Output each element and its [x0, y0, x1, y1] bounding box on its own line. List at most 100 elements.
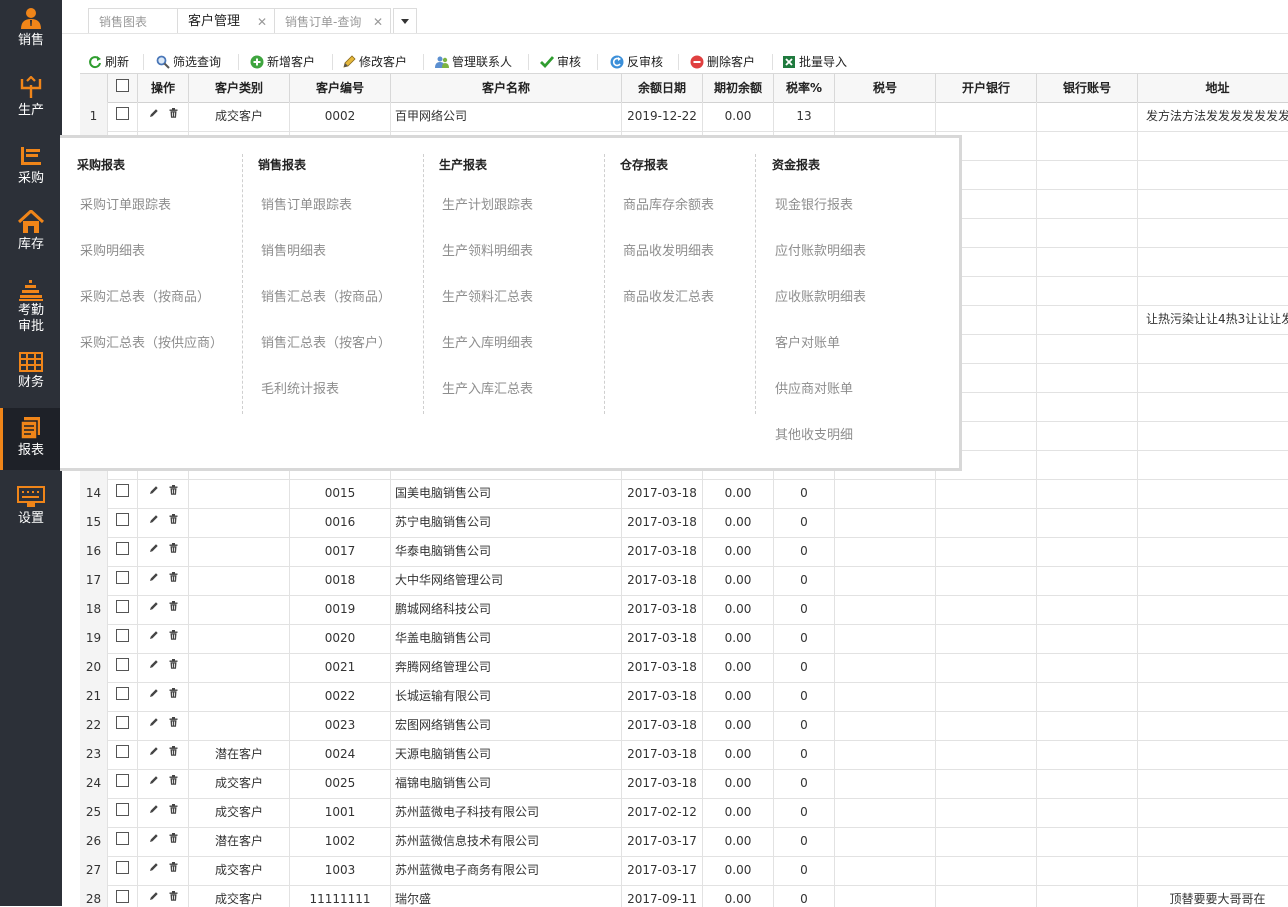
- report-menu-item[interactable]: 应付账款明细表: [775, 240, 866, 259]
- header-tax-number[interactable]: 税号: [835, 74, 936, 102]
- tab-sales-chart[interactable]: 销售图表: [88, 8, 178, 34]
- table-row[interactable]: 27 成交客户 1003 苏州蓝微电子商务有限公司 2017-03-17 0.00 0: [80, 856, 1288, 886]
- report-menu-item[interactable]: 其他收支明细: [775, 424, 853, 443]
- trash-icon[interactable]: [169, 890, 178, 901]
- report-menu-item[interactable]: 生产入库明细表: [442, 332, 533, 351]
- report-menu-item[interactable]: 销售明细表: [261, 240, 326, 259]
- nav-item-reports[interactable]: 报表: [0, 408, 62, 470]
- report-menu-item[interactable]: 生产计划跟踪表: [442, 194, 533, 213]
- row-checkbox[interactable]: [116, 600, 129, 613]
- nav-item-sales[interactable]: 销售: [0, 6, 62, 66]
- cell-select[interactable]: [108, 798, 138, 827]
- table-row[interactable]: 19 0020 华盖电脑销售公司 2017-03-18 0.00 0: [80, 624, 1288, 654]
- cell-select[interactable]: [108, 566, 138, 595]
- row-checkbox[interactable]: [116, 890, 129, 903]
- table-row[interactable]: 26 潜在客户 1002 苏州蓝微信息技术有限公司 2017-03-17 0.00 0: [80, 827, 1288, 857]
- table-row[interactable]: 28 成交客户 11111111 瑞尔盛 2017-09-11 0.00 0 顶替要要大哥哥在: [80, 885, 1288, 907]
- header-select-all[interactable]: [108, 74, 138, 102]
- cell-select[interactable]: [108, 537, 138, 566]
- report-menu-item[interactable]: 客户对账单: [775, 332, 840, 351]
- report-menu-item[interactable]: 采购汇总表（按商品）: [80, 286, 210, 305]
- header-address[interactable]: 地址: [1138, 74, 1288, 102]
- trash-icon[interactable]: [169, 803, 178, 814]
- table-row[interactable]: 14 0015 国美电脑销售公司 2017-03-18 0.00 0: [80, 479, 1288, 509]
- row-checkbox[interactable]: [116, 629, 129, 642]
- trash-icon[interactable]: [169, 513, 178, 524]
- report-menu-item[interactable]: 销售汇总表（按商品）: [261, 286, 391, 305]
- tab-customer-management[interactable]: 客户管理 ✕: [177, 8, 275, 34]
- nav-item-inventory[interactable]: 库存: [0, 210, 62, 270]
- row-checkbox[interactable]: [116, 542, 129, 555]
- nav-item-attendance[interactable]: 考勤 审批: [0, 280, 62, 344]
- trash-icon[interactable]: [169, 861, 178, 872]
- nav-item-settings[interactable]: 设置: [0, 486, 62, 546]
- trash-icon[interactable]: [169, 745, 178, 756]
- trash-icon[interactable]: [169, 484, 178, 495]
- report-menu-item[interactable]: 销售汇总表（按客户）: [261, 332, 391, 351]
- nav-item-production[interactable]: 生产: [0, 76, 62, 136]
- report-menu-item[interactable]: 生产领料汇总表: [442, 286, 533, 305]
- row-checkbox[interactable]: [116, 832, 129, 845]
- cell-select[interactable]: [108, 508, 138, 537]
- table-row[interactable]: 24 成交客户 0025 福锦电脑销售公司 2017-03-18 0.00 0: [80, 769, 1288, 799]
- nav-item-finance[interactable]: 财务: [0, 352, 62, 412]
- report-menu-item[interactable]: 生产领料明细表: [442, 240, 533, 259]
- report-menu-item[interactable]: 采购汇总表（按供应商）: [80, 332, 223, 351]
- report-menu-item[interactable]: 采购明细表: [80, 240, 145, 259]
- cell-select[interactable]: [108, 885, 138, 907]
- header-tax-rate[interactable]: 税率%: [774, 74, 835, 102]
- row-checkbox[interactable]: [116, 687, 129, 700]
- cell-select[interactable]: [108, 682, 138, 711]
- report-menu-item[interactable]: 供应商对账单: [775, 378, 853, 397]
- trash-icon[interactable]: [169, 716, 178, 727]
- edit-pencil-icon[interactable]: [149, 630, 159, 640]
- row-checkbox[interactable]: [116, 484, 129, 497]
- cell-select[interactable]: [108, 653, 138, 682]
- edit-pencil-icon[interactable]: [149, 572, 159, 582]
- report-menu-item[interactable]: 商品库存余额表: [623, 194, 714, 213]
- header-opening-balance[interactable]: 期初余额: [703, 74, 774, 102]
- edit-pencil-icon[interactable]: [149, 601, 159, 611]
- cell-select[interactable]: [108, 827, 138, 856]
- edit-pencil-icon[interactable]: [149, 659, 159, 669]
- table-row[interactable]: 21 0022 长城运输有限公司 2017-03-18 0.00 0: [80, 682, 1288, 712]
- table-row[interactable]: 17 0018 大中华网络管理公司 2017-03-18 0.00 0: [80, 566, 1288, 596]
- trash-icon[interactable]: [169, 629, 178, 640]
- edit-pencil-icon[interactable]: [149, 717, 159, 727]
- cell-select[interactable]: [108, 595, 138, 624]
- table-row[interactable]: 16 0017 华泰电脑销售公司 2017-03-18 0.00 0: [80, 537, 1288, 567]
- report-menu-item[interactable]: 应收账款明细表: [775, 286, 866, 305]
- table-row[interactable]: 25 成交客户 1001 苏州蓝微电子科技有限公司 2017-02-12 0.00 0: [80, 798, 1288, 828]
- table-row[interactable]: 22 0023 宏图网络销售公司 2017-03-18 0.00 0: [80, 711, 1288, 741]
- header-balance-date[interactable]: 余额日期: [622, 74, 703, 102]
- row-checkbox[interactable]: [116, 716, 129, 729]
- trash-icon[interactable]: [169, 107, 178, 118]
- trash-icon[interactable]: [169, 658, 178, 669]
- table-row[interactable]: 18 0019 鹏城网络科技公司 2017-03-18 0.00 0: [80, 595, 1288, 625]
- report-menu-item[interactable]: 销售订单跟踪表: [261, 194, 352, 213]
- edit-pencil-icon[interactable]: [149, 891, 159, 901]
- trash-icon[interactable]: [169, 832, 178, 843]
- report-menu-item[interactable]: 商品收发明细表: [623, 240, 714, 259]
- edit-pencil-icon[interactable]: [149, 688, 159, 698]
- report-menu-item[interactable]: 商品收发汇总表: [623, 286, 714, 305]
- tab-sales-order-query[interactable]: 销售订单-查询 ✕: [274, 8, 391, 34]
- edit-pencil-icon[interactable]: [149, 108, 159, 118]
- edit-pencil-icon[interactable]: [149, 833, 159, 843]
- row-checkbox[interactable]: [116, 803, 129, 816]
- row-checkbox[interactable]: [116, 571, 129, 584]
- tab-overflow-dropdown[interactable]: [393, 8, 417, 34]
- table-row[interactable]: 20 0021 奔腾网络管理公司 2017-03-18 0.00 0: [80, 653, 1288, 683]
- report-menu-item[interactable]: 毛利统计报表: [261, 378, 339, 397]
- header-name[interactable]: 客户名称: [391, 74, 622, 102]
- row-checkbox[interactable]: [116, 658, 129, 671]
- trash-icon[interactable]: [169, 774, 178, 785]
- row-checkbox[interactable]: [116, 107, 129, 120]
- select-all-checkbox[interactable]: [116, 79, 129, 92]
- header-bank[interactable]: 开户银行: [936, 74, 1037, 102]
- table-row[interactable]: 23 潜在客户 0024 天源电脑销售公司 2017-03-18 0.00 0: [80, 740, 1288, 770]
- cell-select[interactable]: [108, 740, 138, 769]
- row-checkbox[interactable]: [116, 745, 129, 758]
- edit-pencil-icon[interactable]: [149, 775, 159, 785]
- table-row[interactable]: 1 成交客户 0002 百甲网络公司 2019-12-22 0.00 13 发方法方法发发发发…: [80, 102, 1288, 132]
